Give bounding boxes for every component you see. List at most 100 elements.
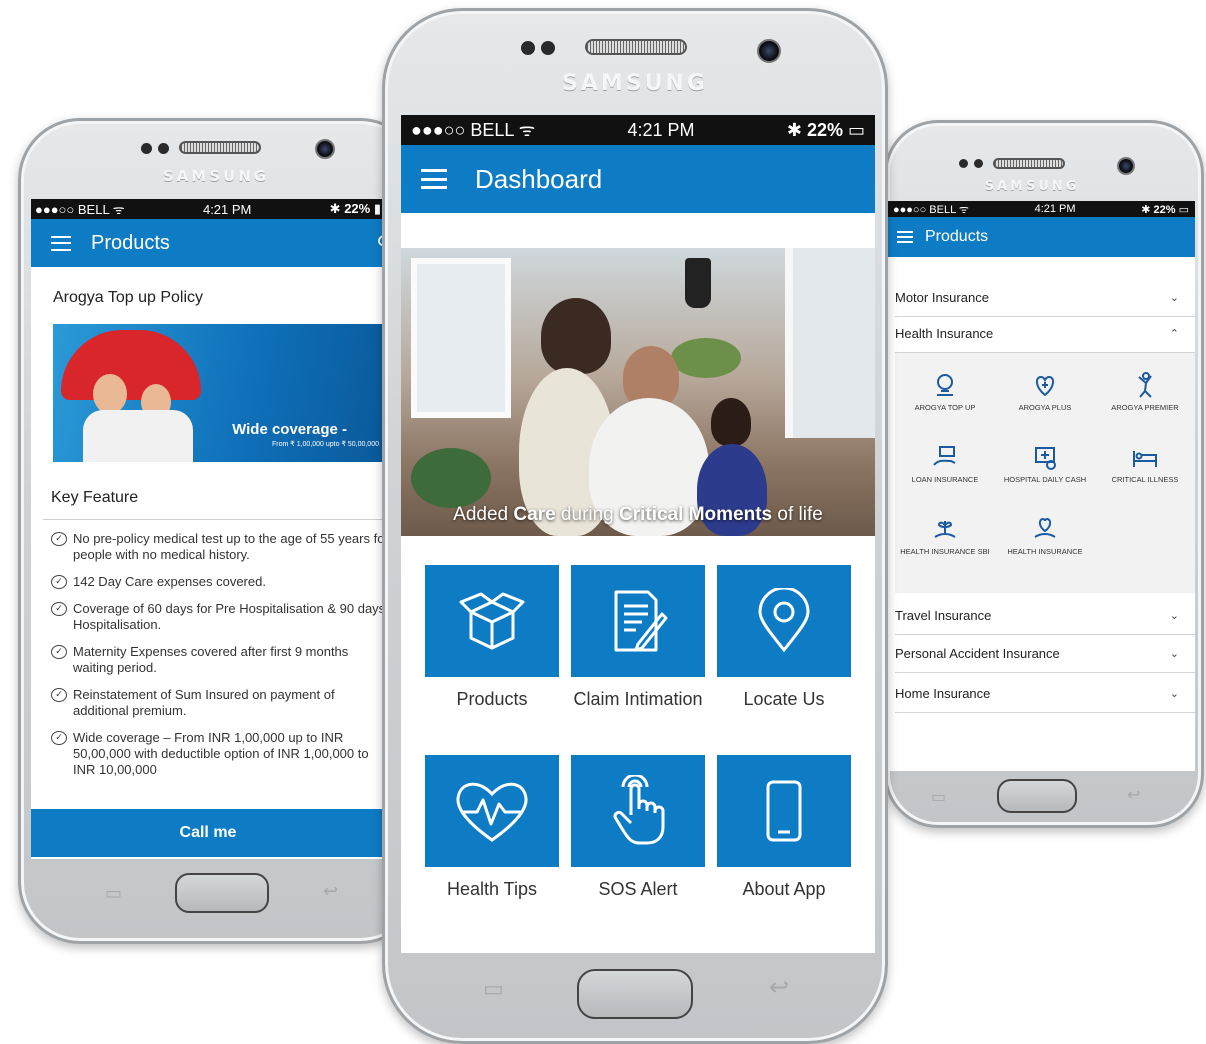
chevron-up-icon: ⌃ — [1169, 328, 1179, 340]
earpiece-speaker — [585, 39, 687, 55]
tile-health-tips[interactable]: Health Tips — [425, 755, 559, 945]
umbrella-shield-icon — [937, 374, 953, 396]
check-icon: ✓ — [51, 575, 67, 589]
key-feature-heading: Key Feature — [51, 489, 139, 506]
check-icon: ✓ — [51, 688, 67, 702]
app-bar: Products ⚲ — [31, 219, 385, 267]
screen-dashboard: ●●●○○ BELL ᯤ 4:21 PM ✱ 22% ▭ Dashboard A… — [401, 115, 875, 953]
product-arogya-plus[interactable]: AROGYA PLUS — [995, 371, 1095, 443]
hero-banner[interactable]: Added Care during Critical Moments of li… — [401, 248, 875, 536]
product-arogya-premier[interactable]: AROGYA PREMIER — [1095, 371, 1195, 443]
phone-center: SAMSUNG ●●●○○ BELL ᯤ 4:21 PM ✱ 22% ▭ Das… — [382, 8, 888, 1044]
list-item: ✓ Coverage of 60 days for Pre Hospitalisa… — [51, 601, 385, 633]
product-critical-illness[interactable]: CRITICAL ILLNESS — [1095, 443, 1195, 515]
status-bar: ●●●○○ BELL ᯤ 4:21 PM ✱ 22% ▭ — [887, 201, 1195, 217]
policy-banner: Wide coverage - From ₹ 1,00,000 upto ₹ 5… — [53, 324, 383, 462]
carrier-signal: ●●●○○ BELL ᯤ — [893, 203, 969, 216]
status-time: 4:21 PM — [627, 119, 695, 140]
healthy-person-icon — [1138, 372, 1152, 398]
app-bar: Products — [887, 217, 1195, 257]
location-pin-icon — [758, 588, 810, 653]
chevron-down-icon: ⌄ — [1169, 688, 1179, 700]
tile-locate-us[interactable]: Locate Us — [717, 565, 851, 755]
smartphone-icon — [766, 780, 802, 842]
battery-level: ✱ 22% ▭ — [1141, 203, 1189, 216]
check-icon: ✓ — [51, 602, 67, 616]
status-bar: ●●●○○ BELL ᯤ 4:21 PM ✱ 22% ▭ — [401, 115, 875, 145]
family-photo — [541, 298, 611, 374]
family-illustration — [93, 374, 127, 414]
home-button[interactable] — [577, 969, 693, 1019]
recent-apps-icon[interactable]: ▭ — [931, 787, 946, 806]
heart-hand-icon — [1034, 517, 1056, 538]
back-icon[interactable]: ↩ — [1127, 785, 1140, 804]
chevron-down-icon: ⌄ — [1169, 610, 1179, 622]
page-title: Products — [925, 228, 989, 245]
front-camera — [1117, 157, 1135, 175]
back-icon[interactable]: ↩ — [769, 973, 789, 1001]
accordion-home-insurance[interactable]: Home Insurance ⌄ — [895, 675, 1195, 713]
call-me-button[interactable]: Call me — [31, 809, 385, 857]
sensor-dots — [141, 143, 169, 154]
lamp-decor — [685, 258, 711, 308]
page-title: Products — [91, 231, 170, 254]
sensor-dots — [959, 159, 983, 168]
back-icon[interactable]: ↩ — [323, 881, 338, 902]
document-edit-icon — [614, 590, 668, 652]
product-arogya-top-up[interactable]: AROGYA TOP UP — [895, 371, 995, 443]
status-time: 4:21 PM — [202, 201, 252, 217]
accordion-personal-accident-insurance[interactable]: Personal Accident Insurance ⌄ — [895, 635, 1195, 673]
heart-plus-icon — [1035, 375, 1055, 397]
hero-caption: Added Care during Critical Moments of li… — [453, 504, 823, 525]
sensor-dots — [521, 41, 555, 55]
tile-sos-alert[interactable]: SOS Alert — [571, 755, 705, 945]
tile-products[interactable]: Products — [425, 565, 559, 755]
accordion-travel-insurance[interactable]: Travel Insurance ⌄ — [895, 597, 1195, 635]
product-hospital-daily-cash[interactable]: HOSPITAL DAILY CASH — [995, 443, 1095, 515]
hospital-cash-icon — [1035, 447, 1056, 470]
recent-apps-icon[interactable]: ▭ — [105, 883, 122, 904]
list-item: ✓ Reinstatement of Sum Insured on payment… — [51, 687, 385, 719]
banner-headline: Wide coverage - — [232, 421, 347, 438]
recent-apps-icon[interactable]: ▭ — [483, 977, 504, 1002]
home-button[interactable] — [175, 873, 269, 913]
earpiece-speaker — [179, 141, 261, 154]
plant-hand-icon — [934, 521, 956, 538]
tile-about-app[interactable]: About App — [717, 755, 851, 945]
battery-level: ✱ 22% ▮ — [329, 201, 381, 216]
check-icon: ✓ — [51, 731, 67, 745]
plant-decor — [411, 448, 491, 508]
check-icon: ✓ — [51, 532, 67, 546]
front-camera — [315, 139, 335, 159]
umbrella-illustration — [61, 330, 201, 400]
window-decor — [411, 258, 511, 418]
heartbeat-icon — [456, 782, 528, 842]
feature-list: ✓ No pre-policy medical test up to the ag… — [51, 531, 385, 789]
phone-right: SAMSUNG ●●●○○ BELL ᯤ 4:21 PM ✱ 22% ▭ Pro… — [884, 120, 1204, 828]
accordion-health-insurance[interactable]: Health Insurance ⌃ — [895, 315, 1195, 353]
screen-products-list: ●●●○○ BELL ᯤ 4:21 PM ✱ 22% ▭ Products Mo… — [887, 201, 1195, 771]
app-bar: Dashboard — [401, 145, 875, 213]
menu-icon[interactable] — [897, 231, 913, 243]
brand-logo: SAMSUNG — [562, 71, 708, 96]
hospital-bed-icon — [1133, 451, 1157, 467]
box-icon — [459, 592, 525, 650]
phone-left: SAMSUNG ●●●○○ BELL ᯤ 4:21 PM ✱ 22% ▮ Pro… — [18, 118, 422, 944]
home-button[interactable] — [997, 779, 1077, 813]
menu-icon[interactable] — [421, 169, 447, 189]
brand-logo: SAMSUNG — [162, 167, 270, 185]
product-loan-insurance[interactable]: LOAN INSURANCE — [895, 443, 995, 515]
carrier-signal: ●●●○○ BELL ᯤ — [411, 120, 536, 140]
list-item: ✓ No pre-policy medical test up to the ag… — [51, 531, 385, 563]
product-health-insurance[interactable]: HEALTH INSURANCE — [995, 515, 1095, 587]
brand-logo: SAMSUNG — [984, 179, 1080, 194]
chevron-down-icon: ⌄ — [1169, 648, 1179, 660]
menu-icon[interactable] — [51, 235, 71, 251]
health-products-grid: AROGYA TOP UP AROGYA PLUS AROGYA PREMIER… — [895, 353, 1195, 593]
accordion-motor-insurance[interactable]: Motor Insurance ⌄ — [895, 279, 1195, 317]
status-time: 4:21 PM — [1034, 203, 1076, 215]
product-health-insurance-sbi[interactable]: HEALTH INSURANCE SBI — [895, 515, 995, 587]
dashboard-tiles: Products Claim Intimation Locate Us Heal… — [425, 565, 851, 945]
screen-products-detail: ●●●○○ BELL ᯤ 4:21 PM ✱ 22% ▮ Products ⚲ … — [31, 199, 385, 859]
tile-claim-intimation[interactable]: Claim Intimation — [571, 565, 705, 755]
